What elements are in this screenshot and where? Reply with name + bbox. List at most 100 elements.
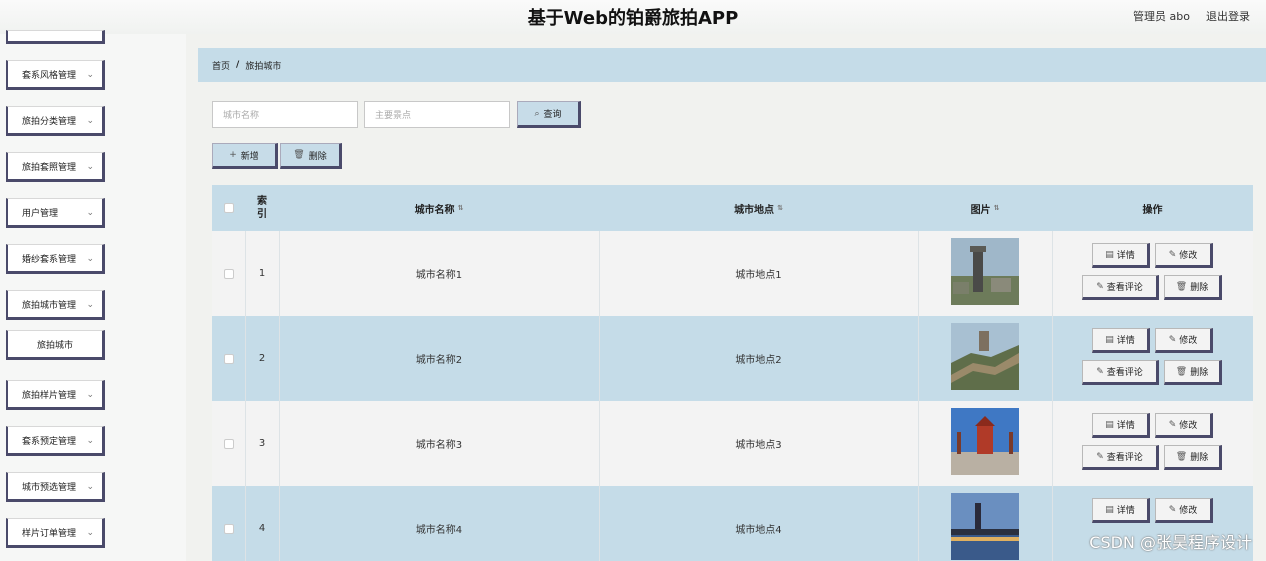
view-comments-label: 查看评论 <box>1106 368 1143 378</box>
table-row: 3 城市名称3 城市地点3 ▤ 详情 ✎ 修改 ✎ 查看评论 🗑 删除 <box>212 401 1253 486</box>
add-button-label: 新增 <box>240 151 259 162</box>
header-image[interactable]: 图片 ⇅ <box>918 185 1052 231</box>
sidebar-item-user-mgmt[interactable]: 用户管理 ⌄ <box>6 198 105 228</box>
trash-icon: 🗑 <box>1175 451 1188 462</box>
pen-icon: ✎ <box>1096 281 1104 292</box>
detail-button[interactable]: ▤ 详情 <box>1092 243 1150 268</box>
sidebar: 套系风格管理 ⌄ 旅拍分类管理 ⌄ 旅拍套照管理 ⌄ 用户管理 ⌄ 婚纱套系管理 ⌄ 旅拍… <box>0 30 186 561</box>
chevron-down-icon: ⌄ <box>86 116 94 126</box>
user-label[interactable]: 管理员 abo <box>1133 8 1190 24</box>
header-city-place[interactable]: 城市地点 ⇅ <box>599 185 918 231</box>
sidebar-item-truncated[interactable] <box>6 30 105 44</box>
edit-button[interactable]: ✎ 修改 <box>1155 243 1213 268</box>
select-all-checkbox[interactable] <box>223 203 234 213</box>
row-delete-button[interactable]: 🗑 删除 <box>1164 445 1222 470</box>
row-checkbox[interactable] <box>223 523 234 534</box>
pen-icon: ✎ <box>1168 504 1177 515</box>
query-button-label: 查询 <box>543 110 562 120</box>
plus-icon: + <box>229 150 237 160</box>
sidebar-item-label: 婚纱套系管理 <box>22 254 77 265</box>
sidebar-item-city-mgmt[interactable]: 旅拍城市管理 ⌄ <box>6 290 105 320</box>
sidebar-item-order-mgmt[interactable]: 样片订单管理 ⌄ <box>6 518 105 548</box>
sidebar-subitem-city[interactable]: 旅拍城市 <box>6 330 105 360</box>
header-actions: 操作 <box>1142 204 1163 216</box>
detail-label: 详情 <box>1116 336 1135 346</box>
add-button[interactable]: + 新增 <box>212 143 278 169</box>
sidebar-item-label: 旅拍分类管理 <box>22 116 77 127</box>
header-city-name[interactable]: 城市名称 ⇅ <box>279 185 599 231</box>
sort-icon: ⇅ <box>777 204 783 212</box>
table-row: 2 城市名称2 城市地点2 ▤ 详情 ✎ 修改 ✎ 查看评论 🗑 删除 <box>212 316 1253 401</box>
detail-button[interactable]: ▤ 详情 <box>1092 328 1150 353</box>
sidebar-item-label: 旅拍城市管理 <box>22 300 77 311</box>
chevron-down-icon: ⌄ <box>86 482 94 492</box>
sidebar-item-sample-mgmt[interactable]: 旅拍样片管理 ⌄ <box>6 380 105 410</box>
document-icon: ▤ <box>1105 249 1114 260</box>
trash-icon: 🗑 <box>293 150 305 160</box>
table-header: 索 引 城市名称 ⇅ 城市地点 ⇅ 图片 ⇅ 操作 <box>212 185 1253 231</box>
city-image-thumbnail[interactable] <box>951 323 1019 390</box>
top-header: 基于Web的铂爵旅拍APP 管理员 abo 退出登录 <box>0 0 1266 34</box>
breadcrumb-separator: / <box>236 60 240 70</box>
sidebar-item-category-mgmt[interactable]: 旅拍分类管理 ⌄ <box>6 106 105 136</box>
breadcrumb: 首页 / 旅拍城市 <box>198 48 1266 82</box>
view-comments-button[interactable]: ✎ 查看评论 <box>1082 275 1159 300</box>
pen-icon: ✎ <box>1168 249 1177 260</box>
row-city-place: 城市地点2 <box>735 355 782 366</box>
sidebar-item-photo-set-mgmt[interactable]: 旅拍套照管理 ⌄ <box>6 152 105 182</box>
edit-button[interactable]: ✎ 修改 <box>1155 328 1213 353</box>
row-delete-button[interactable]: 🗑 删除 <box>1164 360 1222 385</box>
detail-button[interactable]: ▤ 详情 <box>1092 498 1150 523</box>
detail-label: 详情 <box>1116 421 1135 431</box>
edit-label: 修改 <box>1179 421 1198 431</box>
row-city-name: 城市名称1 <box>415 270 463 281</box>
row-checkbox[interactable] <box>223 268 234 279</box>
header-city-place-label: 城市地点 <box>734 204 775 216</box>
sidebar-item-wedding-mgmt[interactable]: 婚纱套系管理 ⌄ <box>6 244 105 274</box>
breadcrumb-home[interactable]: 首页 <box>212 59 230 72</box>
sidebar-item-label: 用户管理 <box>22 208 59 219</box>
edit-label: 修改 <box>1179 336 1198 346</box>
detail-button[interactable]: ▤ 详情 <box>1092 413 1150 438</box>
sidebar-item-label: 旅拍套照管理 <box>22 162 77 173</box>
trash-icon: 🗑 <box>1175 281 1188 292</box>
sidebar-item-label: 套系风格管理 <box>22 70 77 81</box>
sidebar-item-style-mgmt[interactable]: 套系风格管理 ⌄ <box>6 60 105 90</box>
logout-link[interactable]: 退出登录 <box>1206 8 1250 24</box>
city-image-thumbnail[interactable] <box>951 493 1019 560</box>
view-comments-label: 查看评论 <box>1106 283 1143 293</box>
row-checkbox[interactable] <box>223 353 234 364</box>
row-delete-button[interactable]: 🗑 删除 <box>1164 275 1222 300</box>
main-spot-input[interactable]: 主要景点 <box>364 101 510 128</box>
chevron-down-icon: ⌄ <box>86 390 94 400</box>
sort-icon: ⇅ <box>457 204 464 212</box>
view-comments-button[interactable]: ✎ 查看评论 <box>1082 360 1159 385</box>
chevron-down-icon: ⌄ <box>86 70 94 80</box>
edit-button[interactable]: ✎ 修改 <box>1155 413 1213 438</box>
city-image-thumbnail[interactable] <box>951 238 1019 305</box>
delete-button-label: 删除 <box>308 151 327 162</box>
city-image-thumbnail[interactable] <box>951 408 1019 475</box>
row-city-name: 城市名称3 <box>415 440 463 451</box>
row-checkbox[interactable] <box>223 438 234 449</box>
delete-button[interactable]: 🗑 删除 <box>280 143 342 169</box>
header-image-label: 图片 <box>970 204 991 216</box>
view-comments-button[interactable]: ✎ 查看评论 <box>1082 445 1159 470</box>
edit-button[interactable]: ✎ 修改 <box>1155 498 1213 523</box>
sort-icon: ⇅ <box>993 204 1000 212</box>
city-name-input[interactable]: 城市名称 <box>212 101 358 128</box>
sidebar-item-booking-mgmt[interactable]: 套系预定管理 ⌄ <box>6 426 105 456</box>
pen-icon: ✎ <box>1168 419 1177 430</box>
main-content: 首页 / 旅拍城市 城市名称 主要景点 ⌕ 查询 + 新增 🗑 删除 索 引 城… <box>186 34 1266 561</box>
detail-label: 详情 <box>1116 506 1135 516</box>
chevron-down-icon: ⌄ <box>86 162 94 172</box>
sidebar-item-city-preselect-mgmt[interactable]: 城市预选管理 ⌄ <box>6 472 105 502</box>
table-row: 1 城市名称1 城市地点1 ▤ 详情 ✎ 修改 ✎ 查看评论 🗑 删除 <box>212 231 1253 316</box>
view-comments-label: 查看评论 <box>1106 453 1143 463</box>
row-select-cell <box>212 401 245 486</box>
query-button[interactable]: ⌕ 查询 <box>517 101 581 128</box>
chevron-down-icon: ⌄ <box>86 208 94 218</box>
chevron-down-icon: ⌄ <box>86 300 94 310</box>
sidebar-item-label: 城市预选管理 <box>22 482 77 493</box>
pen-icon: ✎ <box>1168 334 1177 345</box>
